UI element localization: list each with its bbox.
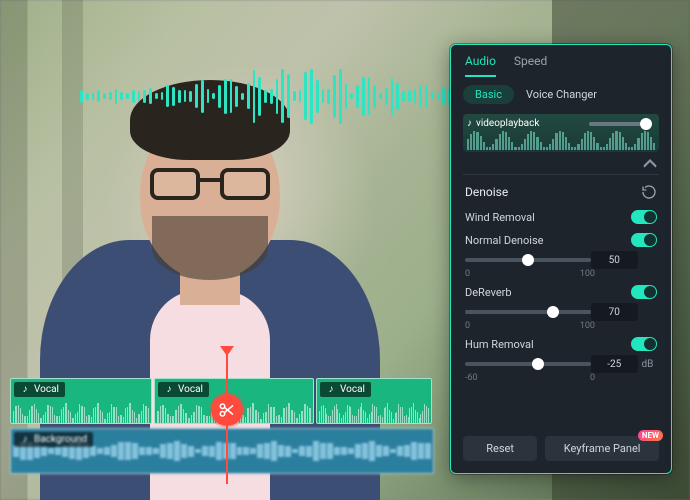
- clip-name-label: ♪ videoplayback: [467, 118, 539, 129]
- clip-label: ♪ Vocal: [320, 382, 371, 397]
- dereverb-slider[interactable]: [465, 310, 591, 314]
- hum-removal-range: -600: [465, 373, 595, 383]
- hum-removal-toggle[interactable]: [631, 337, 657, 351]
- wind-removal-toggle[interactable]: [631, 210, 657, 224]
- dereverb-row: DeReverb 70 0100: [451, 282, 671, 334]
- panel-footer: Reset Keyframe Panel NEW: [451, 426, 671, 473]
- normal-denoise-row: Normal Denoise 50 0100: [451, 230, 671, 282]
- clip-label: ♪ Vocal: [158, 382, 209, 397]
- hum-removal-value[interactable]: -25: [591, 355, 638, 373]
- reset-denoise-icon[interactable]: [641, 184, 657, 200]
- music-note-icon: ♪: [20, 384, 30, 395]
- keyframe-panel-button[interactable]: Keyframe Panel NEW: [545, 436, 659, 461]
- dereverb-toggle[interactable]: [631, 285, 657, 299]
- playhead[interactable]: [226, 352, 228, 484]
- music-note-icon: ♪: [326, 384, 336, 395]
- vocal-clip[interactable]: ♪ Vocal: [316, 378, 432, 424]
- wind-removal-label: Wind Removal: [465, 211, 535, 224]
- new-badge: NEW: [638, 430, 663, 441]
- clip-label-text: Vocal: [178, 384, 203, 395]
- normal-denoise-value[interactable]: 50: [591, 251, 638, 269]
- music-note-icon: ♪: [164, 384, 174, 395]
- panel-tabs: Audio Speed: [451, 45, 671, 77]
- clip-label-text: Background: [34, 434, 87, 445]
- background-clip[interactable]: ♪ Background: [10, 428, 434, 474]
- subtab-basic[interactable]: Basic: [463, 85, 514, 104]
- audio-settings-panel: Audio Speed Basic Voice Changer ♪ videopl…: [450, 44, 672, 474]
- panel-subtabs: Basic Voice Changer: [451, 77, 671, 112]
- hum-removal-slider[interactable]: [465, 362, 591, 366]
- normal-denoise-label: Normal Denoise: [465, 234, 543, 247]
- wind-removal-row: Wind Removal: [451, 204, 671, 230]
- normal-denoise-range: 0100: [465, 269, 595, 279]
- clip-label: ♪ Vocal: [14, 382, 65, 397]
- header-waveform: [80, 56, 480, 136]
- normal-denoise-toggle[interactable]: [631, 233, 657, 247]
- hum-unit: dB: [642, 359, 658, 370]
- dereverb-range: 0100: [465, 321, 595, 331]
- background-track[interactable]: ♪ Background: [10, 428, 436, 474]
- vocal-clip[interactable]: ♪ Vocal: [10, 378, 152, 424]
- dereverb-value[interactable]: 70: [591, 303, 638, 321]
- tab-audio[interactable]: Audio: [465, 54, 496, 77]
- audio-clip-preview[interactable]: ♪ videoplayback: [463, 114, 659, 152]
- keyframe-panel-label: Keyframe Panel: [564, 442, 641, 455]
- clip-label: ♪ Background: [14, 432, 93, 447]
- normal-denoise-slider[interactable]: [465, 258, 591, 262]
- clip-label-text: Vocal: [34, 384, 59, 395]
- scissors-icon: [218, 401, 236, 419]
- clip-label-text: Vocal: [340, 384, 365, 395]
- expand-icon[interactable]: [643, 158, 657, 168]
- denoise-section-header: Denoise: [451, 177, 671, 204]
- subtab-voice-changer[interactable]: Voice Changer: [526, 88, 597, 101]
- dereverb-label: DeReverb: [465, 286, 512, 299]
- timeline[interactable]: ♪ Vocal ♪ Vocal ♪ Vocal ♪ Background: [10, 378, 436, 478]
- music-note-icon: ♪: [20, 434, 30, 445]
- clip-name-text: videoplayback: [476, 118, 539, 129]
- denoise-title: Denoise: [465, 185, 508, 199]
- reset-button[interactable]: Reset: [463, 436, 537, 461]
- hum-removal-row: Hum Removal -25 dB -600: [451, 334, 671, 386]
- tab-speed[interactable]: Speed: [514, 54, 547, 77]
- hum-removal-label: Hum Removal: [465, 338, 534, 351]
- music-note-icon: ♪: [467, 118, 472, 129]
- cut-button[interactable]: [211, 394, 243, 426]
